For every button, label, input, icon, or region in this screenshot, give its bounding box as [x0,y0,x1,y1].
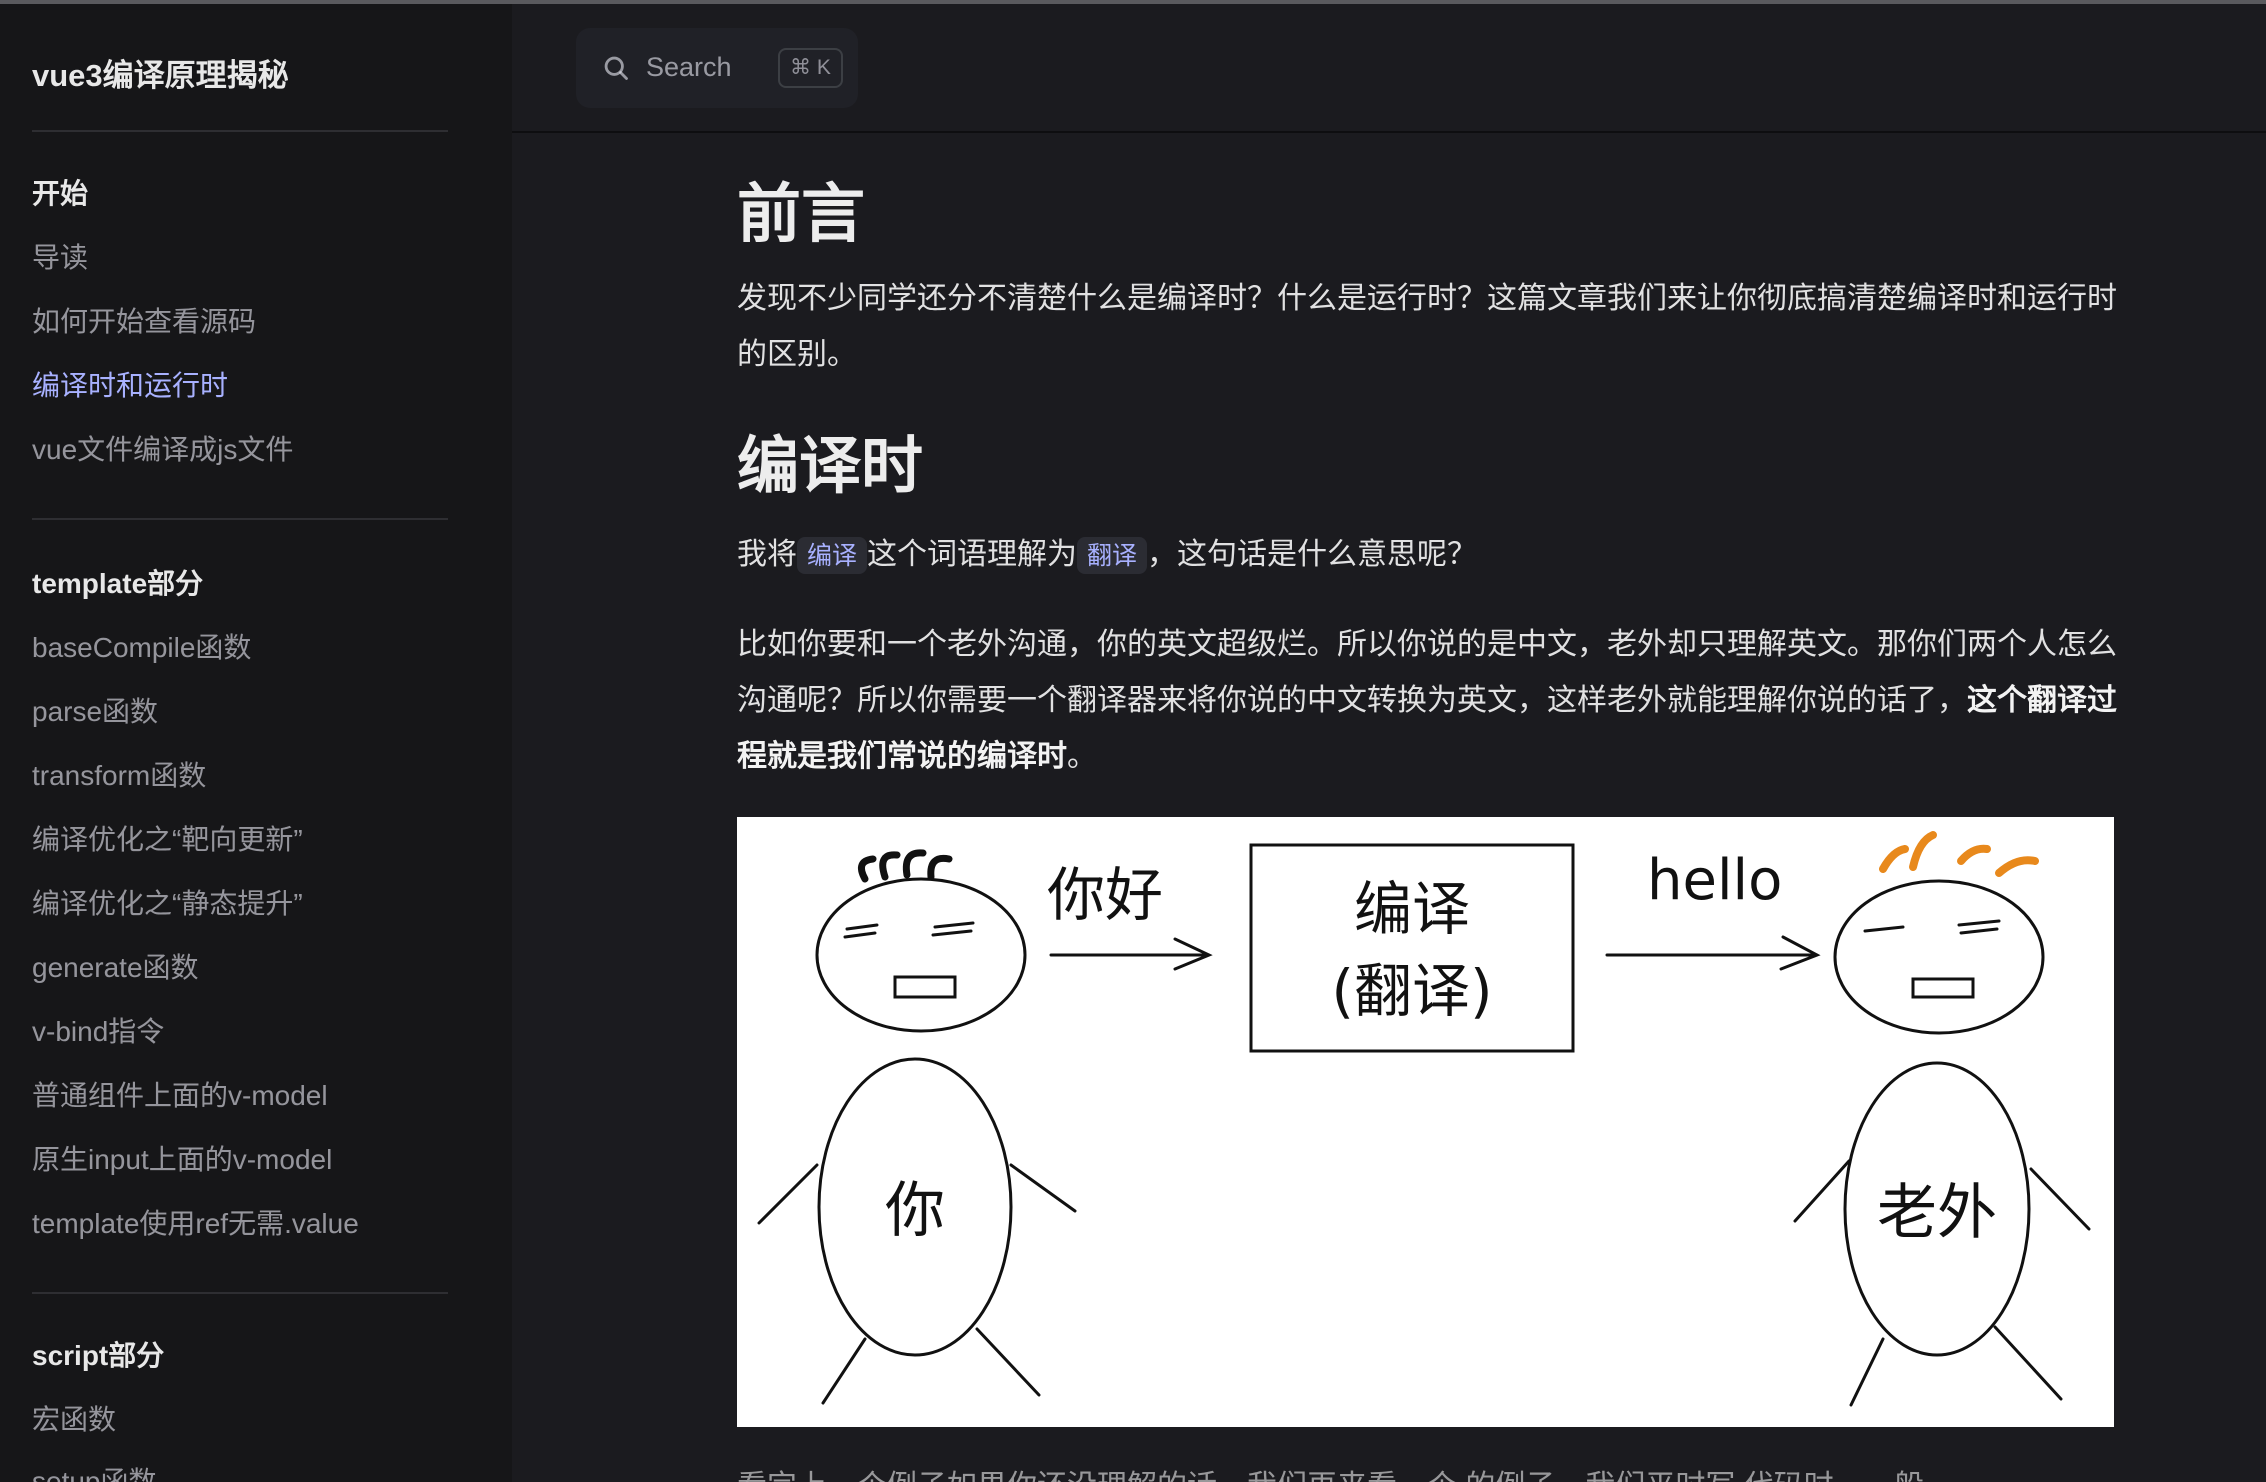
sidebar-item-generate[interactable]: generate函数 [32,946,199,986]
sidebar-item-macros[interactable]: 宏函数 [32,1398,116,1438]
intro-paragraph: 发现不少同学还分不清楚什么是编译时？什么是运行时？这篇文章我们来让你彻底搞清楚编… [737,282,2117,371]
sidebar-divider [32,518,448,520]
inline-code-compile: 编译 [797,537,868,574]
sidebar-item-basecompile[interactable]: baseCompile函数 [32,626,251,666]
sidebar-divider [32,1292,448,1294]
text-segment: 我将 [737,538,797,571]
orange-hair-marks [1879,831,2039,877]
left-person-figure [757,849,1077,1405]
site-title[interactable]: vue3编译原理揭秘 [32,50,289,95]
sidebar-item-vue-to-js[interactable]: vue文件编译成js文件 [32,428,293,468]
sidebar-item-transform[interactable]: transform函数 [32,754,206,794]
text-segment: ，这句话是什么意思呢？ [1147,538,1478,571]
sidebar-group-title-start: 开始 [32,178,89,209]
sidebar-item-how-to-read-source[interactable]: 如何开始查看源码 [32,300,256,340]
inline-code-translate: 翻译 [1077,537,1148,574]
sidebar: vue3编译原理揭秘 开始 导读 如何开始查看源码 编译时和运行时 vue文件编… [0,4,512,1482]
label-foreigner: 老外 [1877,1178,1997,1248]
search-button[interactable]: Search ⌘ K [576,28,858,108]
illustration-svg: 你好 编译 (翻译) hello 你 老外 [757,831,2091,1407]
top-navbar: Search ⌘ K [512,4,2266,133]
bubble-text-hello: hello [1647,848,1782,913]
search-icon [604,56,628,80]
sidebar-item-input-v-model[interactable]: 原生input上面的v-model [32,1138,332,1178]
sidebar-item-component-v-model[interactable]: 普通组件上面的v-model [32,1074,328,1114]
sidebar-item-static-hoisting[interactable]: 编译优化之“静态提升” [32,882,303,922]
sidebar-item-parse[interactable]: parse函数 [32,690,158,730]
box-text-line2: (翻译) [1331,957,1492,1025]
sidebar-item-v-bind[interactable]: v-bind指令 [32,1010,164,1050]
sidebar-group-title-template: template部分 [32,568,204,599]
box-text-line1: 编译 [1354,875,1470,943]
text-segment: 比如你要和一个老外沟通，你的英文超级烂。所以你说的是中文，老外却只理解英文。那你… [737,628,2117,717]
paragraph-translate-analogy: 我将 编译 这个词语理解为 翻译 ，这句话是什么意思呢？ [737,527,2117,584]
right-person-figure [1793,879,2091,1407]
heading-preface: 前言 [737,178,865,250]
arrow-right-icon [1605,935,1821,971]
arrow-right-icon [1049,937,1213,971]
sidebar-item-intro[interactable]: 导读 [32,236,88,276]
sidebar-item-targeted-update[interactable]: 编译优化之“靶向更新” [32,818,303,858]
compile-analogy-illustration: 你好 编译 (翻译) hello 你 老外 [737,817,2114,1427]
sidebar-item-template-ref[interactable]: template使用ref无需.value [32,1202,359,1242]
search-placeholder: Search [646,52,732,82]
sidebar-group-title-script: script部分 [32,1340,165,1371]
label-you: 你 [885,1176,945,1246]
sidebar-item-compile-vs-runtime[interactable]: 编译时和运行时 [32,364,228,404]
text-segment: 。 [1067,740,1097,773]
search-shortcut-hint: ⌘ K [778,48,843,88]
paragraph-foreigner-example: 比如你要和一个老外沟通，你的英文超级烂。所以你说的是中文，老外却只理解英文。那你… [737,617,2117,785]
sidebar-divider [32,130,448,132]
text-segment: 这个词语理解为 [867,538,1078,571]
sidebar-item-setup[interactable]: setup函数 [32,1460,157,1482]
bubble-text-nihao: 你好 [1047,861,1163,929]
next-paragraph-partial: 看完上一个例子如果你还没理解的话，我们再来看一个 的例子，我们平时写 代码时，一… [737,1459,2117,1482]
heading-compile-time: 编译时 [737,432,924,501]
